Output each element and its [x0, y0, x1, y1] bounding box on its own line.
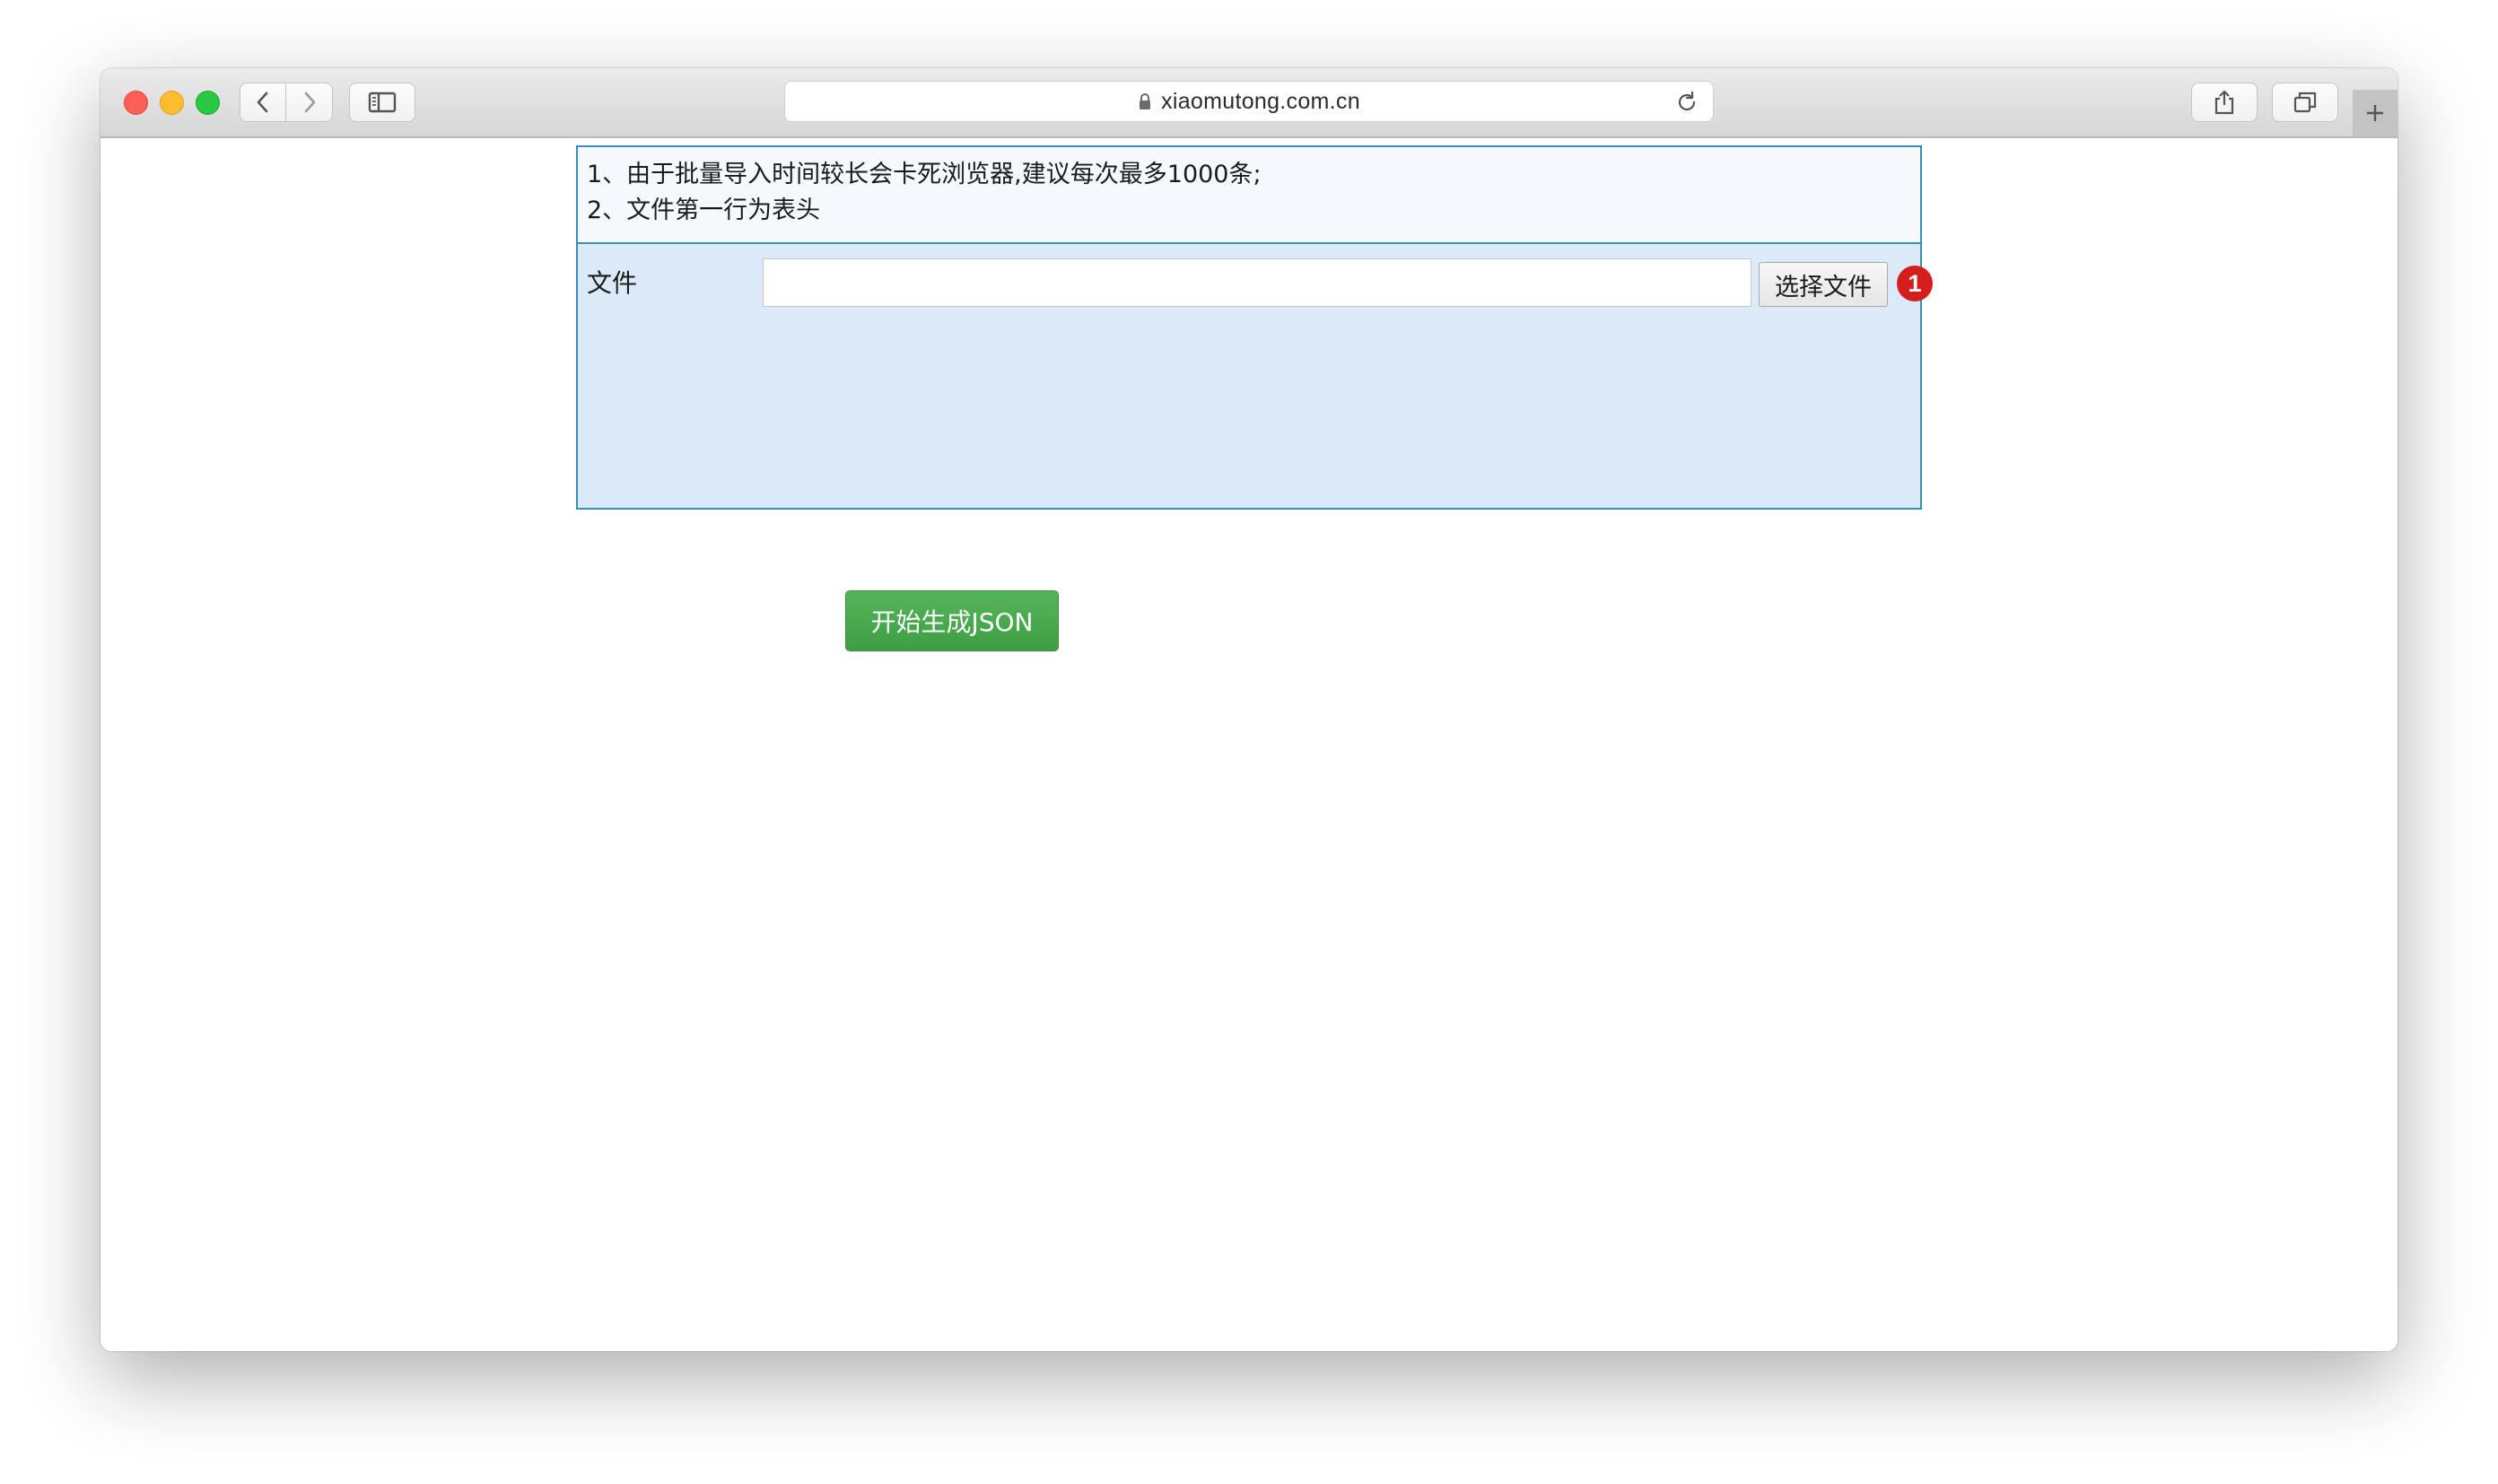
- chevron-left-icon: [257, 92, 268, 113]
- sidebar-toggle-button[interactable]: [349, 83, 415, 122]
- tabs-overview-icon: [2293, 92, 2317, 113]
- new-tab-button[interactable]: [2353, 90, 2398, 136]
- back-button[interactable]: [240, 83, 286, 122]
- url-text: xiaomutong.com.cn: [1161, 88, 1360, 114]
- plus-icon: [2367, 105, 2383, 121]
- minimize-window-button[interactable]: [160, 91, 184, 115]
- tabs-overview-button[interactable]: [2272, 83, 2338, 122]
- step-badge: 1: [1897, 266, 1933, 301]
- address-bar[interactable]: xiaomutong.com.cn: [784, 81, 1714, 122]
- lock-icon: [1140, 93, 1151, 109]
- browser-toolbar: xiaomutong.com.cn: [100, 68, 2398, 138]
- share-button[interactable]: [2191, 83, 2258, 122]
- sidebar-icon: [368, 92, 397, 113]
- share-icon: [2214, 90, 2234, 115]
- import-tips: 1、由于批量导入时间较长会卡死浏览器,建议每次最多1000条; 2、文件第一行为…: [578, 147, 1920, 244]
- generate-json-button[interactable]: 开始生成JSON: [845, 590, 1059, 651]
- file-field-label: 文件: [587, 268, 638, 298]
- reload-icon[interactable]: [1675, 91, 1699, 114]
- choose-file-button[interactable]: 选择文件: [1759, 262, 1888, 307]
- browser-window: xiaomutong.com.cn 1、由于批量导入时间较长会卡死浏览器,建议每…: [100, 68, 2398, 1351]
- file-path-input[interactable]: [763, 258, 1751, 307]
- forward-button[interactable]: [286, 83, 333, 122]
- maximize-window-button[interactable]: [196, 91, 220, 115]
- tip-line: 2、文件第一行为表头: [587, 196, 821, 224]
- import-panel: 1、由于批量导入时间较长会卡死浏览器,建议每次最多1000条; 2、文件第一行为…: [576, 145, 1933, 510]
- close-window-button[interactable]: [124, 91, 148, 115]
- tip-line: 1、由于批量导入时间较长会卡死浏览器,建议每次最多1000条;: [587, 161, 1262, 188]
- page-content: 1、由于批量导入时间较长会卡死浏览器,建议每次最多1000条; 2、文件第一行为…: [100, 138, 2398, 1351]
- chevron-right-icon: [304, 92, 315, 113]
